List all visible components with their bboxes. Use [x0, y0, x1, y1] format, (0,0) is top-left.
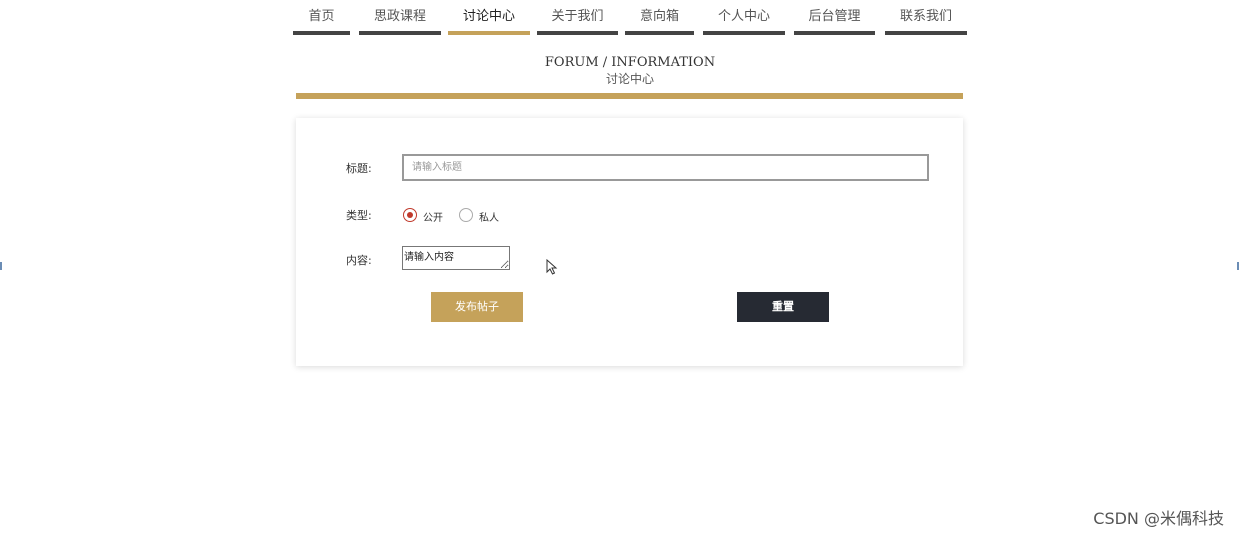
content-label: 内容:: [346, 254, 372, 267]
mouse-cursor-icon: [546, 259, 558, 275]
reset-button[interactable]: 重置: [737, 292, 829, 322]
submit-post-button[interactable]: 发布帖子: [431, 292, 523, 322]
nav-item-home[interactable]: 首页: [293, 0, 350, 35]
section-title-en: FORUM / INFORMATION: [544, 55, 716, 70]
radio-public[interactable]: [403, 208, 417, 222]
right-edge-marker: [1237, 262, 1239, 270]
title-input[interactable]: [402, 154, 929, 181]
nav-item-admin[interactable]: 后台管理: [794, 0, 875, 35]
top-nav: 首页 思政课程 讨论中心 关于我们 意向箱 个人中心 后台管理 联系我们: [0, 0, 1240, 40]
nav-item-contact[interactable]: 联系我们: [885, 0, 967, 35]
radio-private[interactable]: [459, 208, 473, 222]
nav-item-suggestion-box[interactable]: 意向箱: [625, 0, 694, 35]
nav-item-forum[interactable]: 讨论中心: [448, 0, 530, 35]
title-label: 标题:: [346, 162, 372, 175]
radio-public-label[interactable]: 公开: [423, 209, 443, 224]
content-textarea[interactable]: 请输入内容: [402, 246, 510, 270]
left-edge-marker: [0, 262, 2, 270]
nav-item-about[interactable]: 关于我们: [537, 0, 618, 35]
radio-private-label[interactable]: 私人: [479, 209, 499, 224]
post-form: 标题: 类型: 公开 私人 内容: 请输入内容 发布帖子 重置: [296, 118, 963, 366]
type-label: 类型:: [346, 209, 372, 222]
section-title-cn: 讨论中心: [605, 72, 654, 86]
nav-item-courses[interactable]: 思政课程: [359, 0, 441, 35]
nav-item-profile[interactable]: 个人中心: [703, 0, 785, 35]
watermark: CSDN @米偶科技: [1093, 509, 1224, 528]
section-divider: [296, 93, 963, 99]
